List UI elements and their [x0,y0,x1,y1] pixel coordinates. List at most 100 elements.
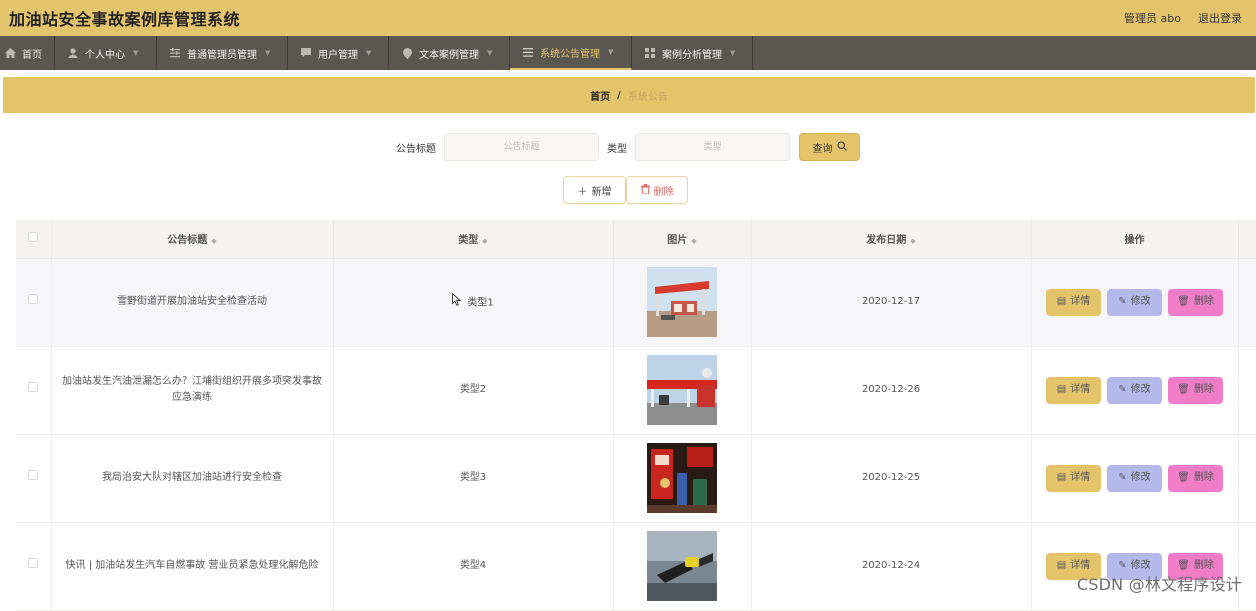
table-row: 加油站发生汽油泄漏怎么办？江埔街组织开展多项突发事故应急演练 类型2 [16,346,1256,434]
grid-icon [644,48,656,58]
gas-station-photo-1[interactable] [647,267,717,337]
row-operations: ▤详情 ✎修改 🗑删除 [1038,289,1232,316]
chevron-down-icon: ▼ [608,48,613,56]
sort-icon: ◆ [691,237,696,245]
cell-title: 我局治安大队对辖区加油站进行安全检查 [51,434,333,522]
nav-item-user-manage[interactable]: 用户管理 ▼ [288,36,389,70]
col-header-spacer [1238,220,1256,258]
chevron-down-icon: ▼ [265,49,270,57]
mouse-cursor-icon [452,293,461,312]
gas-station-photo-2[interactable] [647,355,717,425]
edit-button[interactable]: ✎修改 [1107,377,1162,404]
detail-button[interactable]: ▤详情 [1046,377,1101,404]
edit-button[interactable]: ✎修改 [1107,465,1162,492]
logout-link[interactable]: 退出登录 [1198,10,1242,26]
title-search-input[interactable] [444,133,599,161]
cell-spacer [1238,346,1256,434]
nav-item-home[interactable]: 首页 [0,36,55,70]
list-icon [522,48,534,57]
nav-item-announcement-manage[interactable]: 系统公告管理 ▼ [510,36,632,70]
row-checkbox[interactable] [28,558,38,568]
trash-icon [641,184,650,197]
cell-image [613,258,751,346]
table-row: 快讯 | 加油站发生汽车自燃事故 营业员紧急处理化解危险 类型4 2020-12… [16,522,1256,610]
row-select-cell [16,522,51,610]
nav-label: 系统公告管理 [540,45,600,60]
row-operations: ▤详情 ✎修改 🗑删除 [1038,465,1232,492]
main-nav: 首页 个人中心 ▼ 普通管理员管理 ▼ 用户管理 ▼ 文本案例管理 ▼ 系统公告… [0,36,1256,70]
type-search-input[interactable] [635,133,790,161]
nav-item-text-case-manage[interactable]: 文本案例管理 ▼ [389,36,510,70]
document-icon: ▤ [1057,470,1066,486]
pencil-icon: ✎ [1118,470,1126,486]
sort-icon: ◆ [482,237,487,245]
nav-label: 案例分析管理 [662,46,722,61]
cell-ops: ▤详情 ✎修改 🗑删除 [1031,258,1238,346]
row-checkbox[interactable] [28,470,38,480]
cell-ops: ▤详情 ✎修改 🗑删除 [1031,346,1238,434]
cell-type: 类型2 [333,346,613,434]
row-checkbox[interactable] [28,294,38,304]
query-button-label: 查询 [813,140,833,155]
cell-image [613,434,751,522]
search-icon [837,141,847,154]
fuel-nozzle-photo[interactable] [647,531,717,601]
chevron-down-icon: ▼ [133,49,138,57]
plus-icon: ＋ [578,183,588,198]
nav-label: 个人中心 [85,46,125,61]
edit-button[interactable]: ✎修改 [1107,289,1162,316]
delete-button[interactable]: 🗑删除 [1168,465,1223,492]
cell-title: 雪野街道开展加油站安全检查活动 [51,258,333,346]
gas-station-photo-3[interactable] [647,443,717,513]
batch-delete-button[interactable]: 删除 [626,176,688,204]
nav-item-personal-center[interactable]: 个人中心 ▼ [55,36,157,70]
app-title: 加油站安全事故案例库管理系统 [9,6,240,30]
csdn-watermark: CSDN @林文程序设计 [1077,571,1242,595]
col-header-date[interactable]: 发布日期◆ [751,220,1031,258]
add-button[interactable]: ＋ 新增 [563,176,626,204]
delete-button[interactable]: 🗑删除 [1168,289,1223,316]
row-select-cell [16,258,51,346]
document-icon: ▤ [1057,558,1066,574]
cell-date: 2020-12-24 [751,522,1031,610]
trash-icon: 🗑 [1177,294,1190,310]
chevron-down-icon: ▼ [730,49,735,57]
top-header: 加油站安全事故案例库管理系统 管理员 abo 退出登录 [0,0,1256,36]
row-select-cell [16,434,51,522]
nav-label: 首页 [22,46,42,61]
col-header-title[interactable]: 公告标题◆ [51,220,333,258]
nav-item-admin-manage[interactable]: 普通管理员管理 ▼ [157,36,288,70]
breadcrumb-home[interactable]: 首页 [590,88,610,103]
cell-title: 加油站发生汽油泄漏怎么办？江埔街组织开展多项突发事故应急演练 [51,346,333,434]
chevron-down-icon: ▼ [366,49,371,57]
search-bar: 公告标题 类型 查询 [0,133,1256,161]
cell-image [613,346,751,434]
breadcrumb-separator: / [617,90,621,101]
row-checkbox[interactable] [28,382,38,392]
current-user-label[interactable]: 管理员 abo [1124,10,1181,26]
announcement-table: 公告标题◆ 类型◆ 图片◆ 发布日期◆ 操作 雪野街道开展加油站安全检查活动 类… [16,220,1256,611]
document-icon: ▤ [1057,382,1066,398]
detail-button[interactable]: ▤详情 [1046,289,1101,316]
query-button[interactable]: 查询 [799,133,860,161]
breadcrumb: 首页 / 系统公告 [3,77,1255,113]
trash-icon: 🗑 [1177,382,1190,398]
col-header-type[interactable]: 类型◆ [333,220,613,258]
bulk-actions: ＋ 新增 删除 [563,176,688,204]
table-header-row: 公告标题◆ 类型◆ 图片◆ 发布日期◆ 操作 [16,220,1256,258]
trash-icon: 🗑 [1177,470,1190,486]
sliders-icon [169,48,181,58]
detail-button[interactable]: ▤详情 [1046,465,1101,492]
cell-date: 2020-12-25 [751,434,1031,522]
sort-icon: ◆ [910,237,915,245]
col-header-image[interactable]: 图片◆ [613,220,751,258]
delete-button[interactable]: 🗑删除 [1168,377,1223,404]
nav-item-case-analysis-manage[interactable]: 案例分析管理 ▼ [632,36,753,70]
document-icon: ▤ [1057,294,1066,310]
cell-image [613,522,751,610]
person-icon [67,48,79,58]
cell-ops: ▤详情 ✎修改 🗑删除 [1031,434,1238,522]
title-search-label: 公告标题 [396,140,436,155]
select-all-checkbox[interactable] [28,232,38,242]
col-header-ops: 操作 [1031,220,1238,258]
